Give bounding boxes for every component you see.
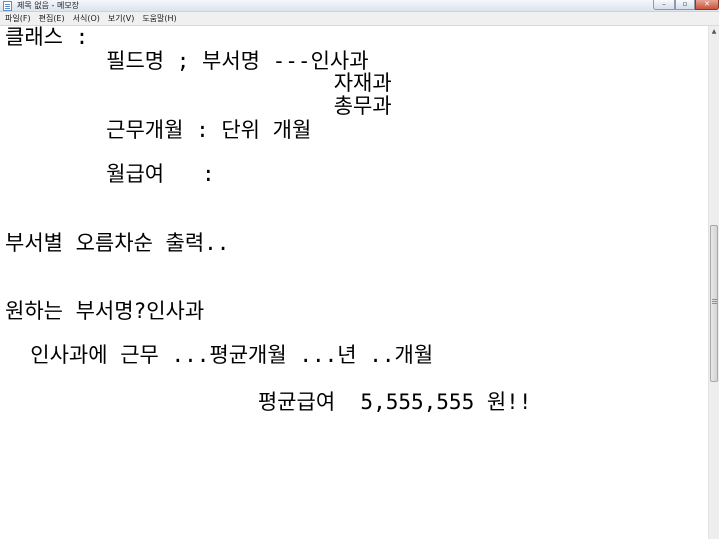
minimize-button[interactable]: – [653, 0, 675, 10]
grip-line [712, 303, 717, 304]
title-bar[interactable]: 제목 없음 - 메모장 – ▫ ✕ [0, 0, 719, 12]
text-line: 필드명 ; 부서명 ---인사과 [5, 49, 369, 73]
text-line: 월급여 : [5, 162, 215, 186]
grip-line [712, 299, 717, 300]
menu-help[interactable]: 도움말(H) [138, 13, 180, 25]
notepad-window: 제목 없음 - 메모장 – ▫ ✕ 파일(F) 편집(E) 서식(O) 보기(V… [0, 0, 719, 539]
minimize-icon: – [662, 0, 666, 8]
text-line: 부서별 오름차순 출력.. [5, 231, 230, 255]
text-line: 인사과에 근무 ...평균개월 ...년 ..개월 [5, 343, 434, 367]
text-line: 원하는 부서명?인사과 [5, 299, 205, 323]
text-editor-area[interactable]: 클래스 : 필드명 ; 부서명 ---인사과 자재과 총무과 근무개월 : 단위… [0, 26, 708, 539]
vertical-scrollbar[interactable]: ▲ [708, 26, 719, 539]
maximize-icon: ▫ [682, 0, 688, 8]
text-line: 총무과 [5, 94, 392, 118]
window-title: 제목 없음 - 메모장 [17, 1, 80, 10]
text-line: 근무개월 : 단위 개월 [5, 118, 312, 142]
menu-edit[interactable]: 편집(E) [35, 13, 69, 25]
notepad-icon[interactable] [3, 1, 12, 11]
scroll-up-arrow-icon[interactable]: ▲ [709, 26, 719, 36]
close-button[interactable]: ✕ [695, 0, 719, 10]
close-icon: ✕ [704, 0, 710, 8]
menu-bar: 파일(F) 편집(E) 서식(O) 보기(V) 도움말(H) [0, 12, 719, 26]
scroll-thumb[interactable] [710, 225, 718, 382]
text-line: 평균급여 5,555,555 원!! [5, 390, 532, 414]
maximize-button[interactable]: ▫ [675, 0, 695, 10]
text-line: 자재과 [5, 71, 392, 95]
menu-format[interactable]: 서식(O) [69, 13, 104, 25]
menu-file[interactable]: 파일(F) [0, 13, 35, 25]
menu-view[interactable]: 보기(V) [104, 13, 138, 25]
text-line: 클래스 : [5, 26, 89, 49]
grip-line [712, 301, 717, 302]
